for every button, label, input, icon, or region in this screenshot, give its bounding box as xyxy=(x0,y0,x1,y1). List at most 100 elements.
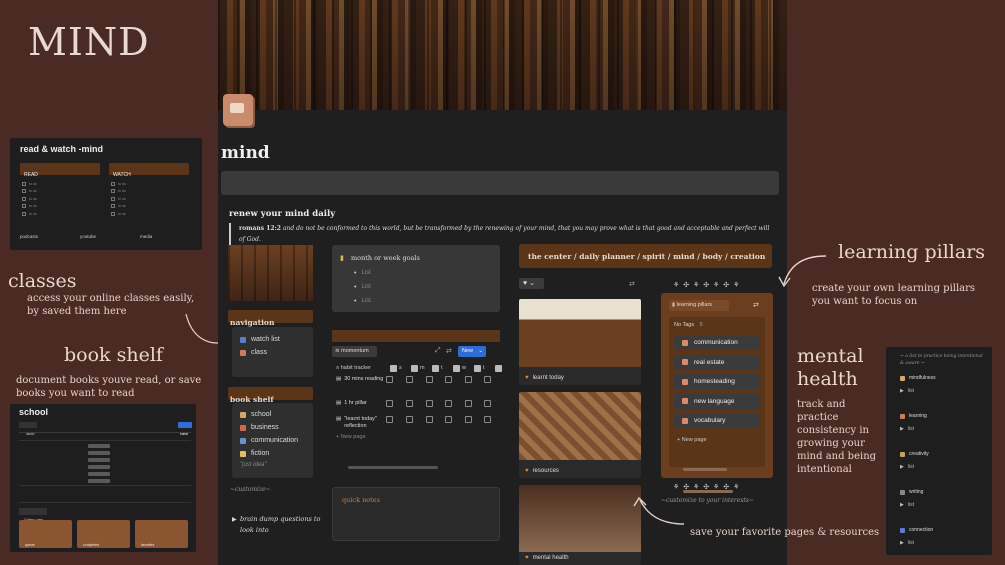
shelf-item-communication[interactable]: communication xyxy=(240,434,305,447)
habit-check-cell xyxy=(406,400,426,409)
habit-checkbox[interactable] xyxy=(445,376,453,383)
checkbox-icon[interactable] xyxy=(22,196,26,201)
habit-checkbox[interactable] xyxy=(464,400,472,407)
rw-link-youtube[interactable]: youtube xyxy=(80,234,96,239)
day-column-w[interactable]: w xyxy=(453,364,474,372)
expand-icon[interactable]: ⤢ xyxy=(435,347,441,355)
habit-name-cell[interactable]: ▤ 30 mins reading xyxy=(336,376,386,383)
habit-checkbox[interactable] xyxy=(484,376,492,383)
habit-name-cell[interactable]: ▤ "learnt today" reflection xyxy=(336,416,386,430)
habit-checkbox[interactable] xyxy=(464,416,472,423)
habit-scrollbar[interactable] xyxy=(336,466,504,469)
shelf-item-fiction[interactable]: fiction xyxy=(240,447,305,460)
rw-row[interactable]: to do xyxy=(111,180,126,188)
gallery-card[interactable]: favorites xyxy=(135,520,188,548)
day-column-t[interactable]: t xyxy=(474,364,495,372)
pillars-new-page[interactable]: + New page xyxy=(677,437,707,443)
checkbox-icon[interactable] xyxy=(111,189,115,194)
gallery-settings-icon[interactable]: ⇄ xyxy=(629,280,635,288)
habit-checkbox[interactable] xyxy=(406,400,413,407)
rw-link-podcasts[interactable]: podcasts xyxy=(20,234,38,239)
rw-link-media[interactable]: media xyxy=(140,234,152,239)
bookshelf-description: document books youve read, or save books… xyxy=(16,375,202,399)
bullet-icon: • xyxy=(354,297,357,305)
goal-item[interactable]: • List xyxy=(354,294,371,308)
gallery-card[interactable]: completed xyxy=(77,520,130,548)
filter-icon[interactable]: ⇄ xyxy=(446,347,452,355)
rw-row[interactable]: to do xyxy=(22,203,37,211)
rw-row[interactable]: to do xyxy=(22,188,37,196)
pillars-db-tag[interactable]: ▮ learning pillars xyxy=(669,300,729,311)
habit-checkbox[interactable] xyxy=(445,416,453,423)
rw-row[interactable]: to do xyxy=(22,195,37,203)
pillar-card-real-estate[interactable]: real estate xyxy=(674,354,760,370)
pillar-card-communication[interactable]: communication xyxy=(674,335,760,350)
habit-checkbox[interactable] xyxy=(484,416,492,423)
habit-new-page[interactable]: + New page xyxy=(336,434,504,440)
mh-list-toggle[interactable]: ▶ list xyxy=(900,426,936,432)
mh-section-mindfulness[interactable]: mindfulness ▶ list xyxy=(900,375,936,413)
rw-row[interactable]: to do xyxy=(22,210,37,218)
momentum-tag[interactable]: ≋ momentum xyxy=(332,346,377,357)
pillar-card-new-language[interactable]: new language xyxy=(674,393,760,409)
habit-checkbox[interactable] xyxy=(386,416,394,423)
habit-checkbox[interactable] xyxy=(406,376,413,383)
mh-list-toggle[interactable]: ▶ list xyxy=(900,388,936,394)
habit-checkbox[interactable] xyxy=(425,400,433,407)
checkbox-icon[interactable] xyxy=(22,211,26,216)
shelf-item-school[interactable]: school xyxy=(240,408,305,421)
rw-row[interactable]: to do xyxy=(22,180,37,188)
checkbox-icon[interactable] xyxy=(22,204,26,209)
nav-item-watch-list[interactable]: watch list xyxy=(240,333,305,346)
habit-checkbox[interactable] xyxy=(445,400,453,407)
book-icon[interactable] xyxy=(223,94,253,126)
mh-section-learning[interactable]: learning ▶ list xyxy=(900,413,936,451)
rw-row[interactable]: to do xyxy=(111,195,126,203)
shelf-item-business[interactable]: business xyxy=(240,421,305,434)
mh-section-writing[interactable]: writing ▶ list xyxy=(900,489,936,527)
checkbox-icon[interactable] xyxy=(111,204,115,209)
status-pill xyxy=(88,444,110,448)
mh-list-toggle[interactable]: ▶ list xyxy=(900,502,936,508)
checkbox-icon[interactable] xyxy=(111,196,115,201)
day-column-s[interactable]: s xyxy=(390,364,411,372)
habit-checkbox[interactable] xyxy=(425,416,433,423)
favorite-heart-icon[interactable]: ♥ ⌄ xyxy=(519,278,544,289)
habit-checkbox[interactable] xyxy=(406,416,413,423)
gallery-card-learnt-today[interactable]: ♥ learnt today xyxy=(519,299,641,385)
mh-list-toggle[interactable]: ▶ list xyxy=(900,540,936,546)
new-button[interactable]: New ⌄ xyxy=(458,346,486,357)
habit-name-cell[interactable]: ▤ 1 hr pillar xyxy=(336,400,386,407)
habit-checkbox[interactable] xyxy=(425,376,433,383)
rw-row[interactable]: to do xyxy=(111,210,126,218)
habit-checkbox[interactable] xyxy=(484,400,492,407)
mh-list-toggle[interactable]: ▶ list xyxy=(900,464,936,470)
habit-checkbox[interactable] xyxy=(386,400,394,407)
goal-item[interactable]: • List xyxy=(354,266,371,280)
day-column-m[interactable]: m xyxy=(411,364,432,372)
pillar-card-vocabulary[interactable]: vocabulary xyxy=(674,413,760,428)
nav-item-class[interactable]: class xyxy=(240,346,305,359)
mh-section-connection[interactable]: connection ▶ list xyxy=(900,527,936,555)
habit-checkbox[interactable] xyxy=(464,376,472,383)
brain-dump-toggle[interactable]: ▶ brain dump questions to look into xyxy=(232,514,324,536)
checkbox-icon[interactable] xyxy=(111,211,115,216)
mh-section-creativity[interactable]: creativity ▶ list xyxy=(900,451,936,489)
gallery-card[interactable]: queue xyxy=(19,520,72,548)
habit-checkbox[interactable] xyxy=(386,376,394,383)
checkbox-icon[interactable] xyxy=(22,181,26,186)
goals-label: month or week goals xyxy=(351,254,420,262)
goal-item[interactable]: • List xyxy=(354,280,371,294)
pillar-card-homesteading[interactable]: homesteading xyxy=(674,374,760,389)
center-banner[interactable]: the center / daily planner / spirit / mi… xyxy=(519,244,772,268)
checkbox-icon[interactable] xyxy=(111,181,115,186)
panel-scroll-thumb[interactable] xyxy=(683,468,727,471)
rw-row[interactable]: to do xyxy=(111,188,126,196)
day-column-t[interactable]: t xyxy=(432,364,453,372)
gallery-card-resources[interactable]: ♥ resources xyxy=(519,392,641,478)
gallery-card-mental-health[interactable]: ♥ mental health xyxy=(519,485,641,565)
rw-row[interactable]: to do xyxy=(111,203,126,211)
checkbox-icon[interactable] xyxy=(22,189,26,194)
pillars-settings-icon[interactable]: ⇄ xyxy=(753,301,759,309)
mental-health-heading: mental health xyxy=(797,345,864,390)
